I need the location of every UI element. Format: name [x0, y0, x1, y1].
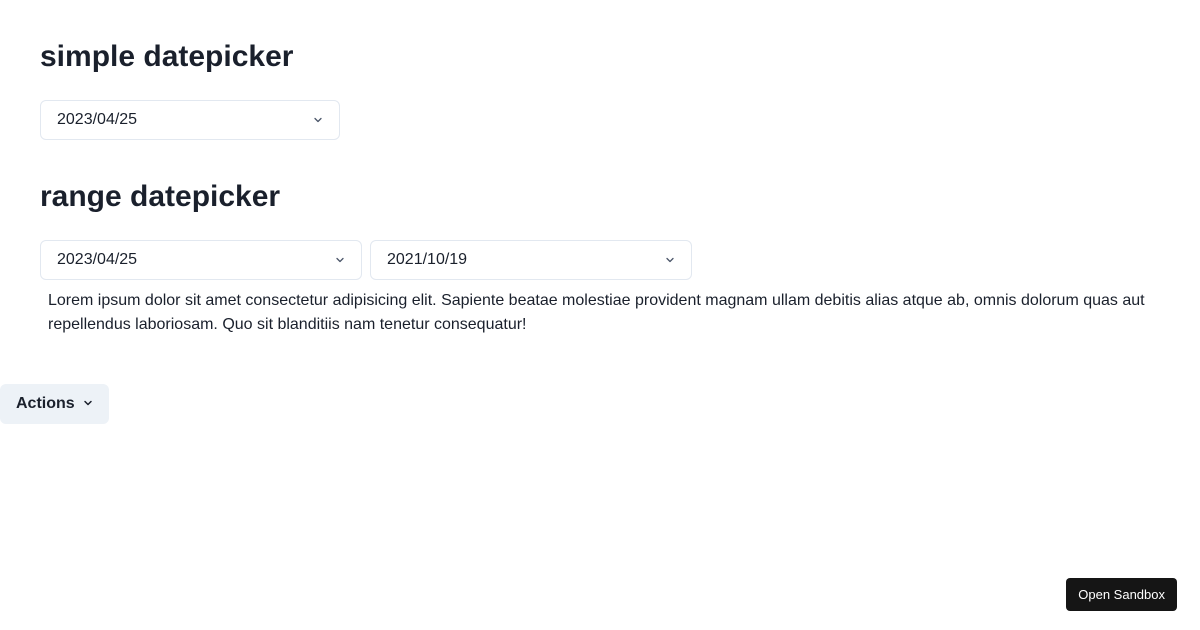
page: simple datepicker 2023/04/25 range datep… — [0, 0, 1200, 630]
range-end-datepicker-select[interactable]: 2021/10/19 — [370, 240, 692, 280]
chevron-down-icon — [313, 115, 323, 125]
actions-menu-button[interactable]: Actions — [0, 384, 109, 424]
range-start-datepicker-select[interactable]: 2023/04/25 — [40, 240, 362, 280]
simple-datepicker-heading: simple datepicker — [40, 40, 294, 73]
range-end-value: 2021/10/19 — [387, 251, 468, 268]
range-datepicker-heading: range datepicker — [40, 180, 281, 213]
actions-button-label: Actions — [16, 395, 75, 412]
chevron-down-icon — [665, 255, 675, 265]
open-sandbox-button[interactable]: Open Sandbox — [1066, 578, 1177, 611]
chevron-down-icon — [83, 395, 93, 413]
simple-datepicker-value: 2023/04/25 — [57, 111, 138, 128]
range-start-value: 2023/04/25 — [57, 251, 138, 268]
body-paragraph: Lorem ipsum dolor sit amet consectetur a… — [48, 292, 1145, 333]
chevron-down-icon — [335, 255, 345, 265]
simple-datepicker-select[interactable]: 2023/04/25 — [40, 100, 340, 140]
